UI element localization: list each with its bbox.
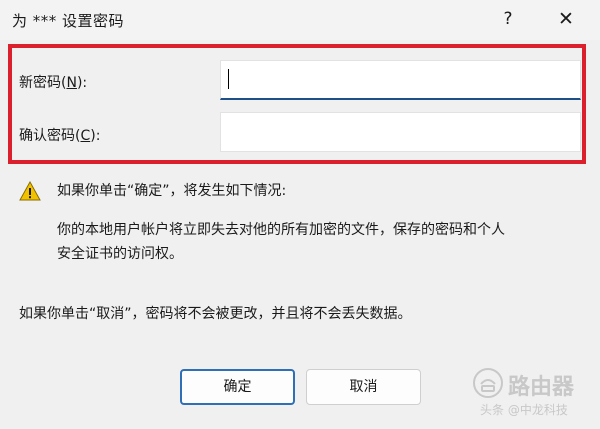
warning-triangle-icon: [19, 181, 41, 201]
watermark-brand: 路由器: [508, 375, 575, 400]
confirm-password-label: 确认密码(C):: [19, 128, 101, 144]
router-icon: [473, 368, 503, 398]
text-caret: [228, 69, 229, 89]
watermark-credit: 头条 @中龙科技: [480, 403, 568, 417]
new-password-input[interactable]: [220, 60, 581, 100]
ok-button[interactable]: 确定: [180, 369, 295, 405]
help-button[interactable]: ?: [496, 6, 520, 32]
confirm-password-mnemonic: C: [80, 128, 91, 144]
close-button[interactable]: ✕: [553, 6, 579, 32]
watermark: 路由器 头条 @中龙科技: [466, 361, 600, 429]
new-password-mnemonic: N: [66, 75, 77, 91]
cancel-button[interactable]: 取消: [306, 369, 421, 405]
cancel-note: 如果你单击“取消”，密码将不会被更改，并且将不会丢失数据。: [19, 306, 412, 322]
warning-heading: 如果你单击“确定”，将发生如下情况:: [57, 183, 287, 199]
new-password-label: 新密码(N):: [19, 75, 88, 91]
warning-line-2: 安全证书的访问权。: [57, 246, 183, 262]
warning-line-1: 你的本地用户帐户将立即失去对他的所有加密的文件，保存的密码和个人: [57, 222, 505, 238]
title-bar: 为 *** 设置密码 ? ✕: [0, 0, 600, 40]
dialog-title: 为 *** 设置密码: [12, 12, 125, 30]
confirm-password-input[interactable]: [220, 112, 581, 152]
